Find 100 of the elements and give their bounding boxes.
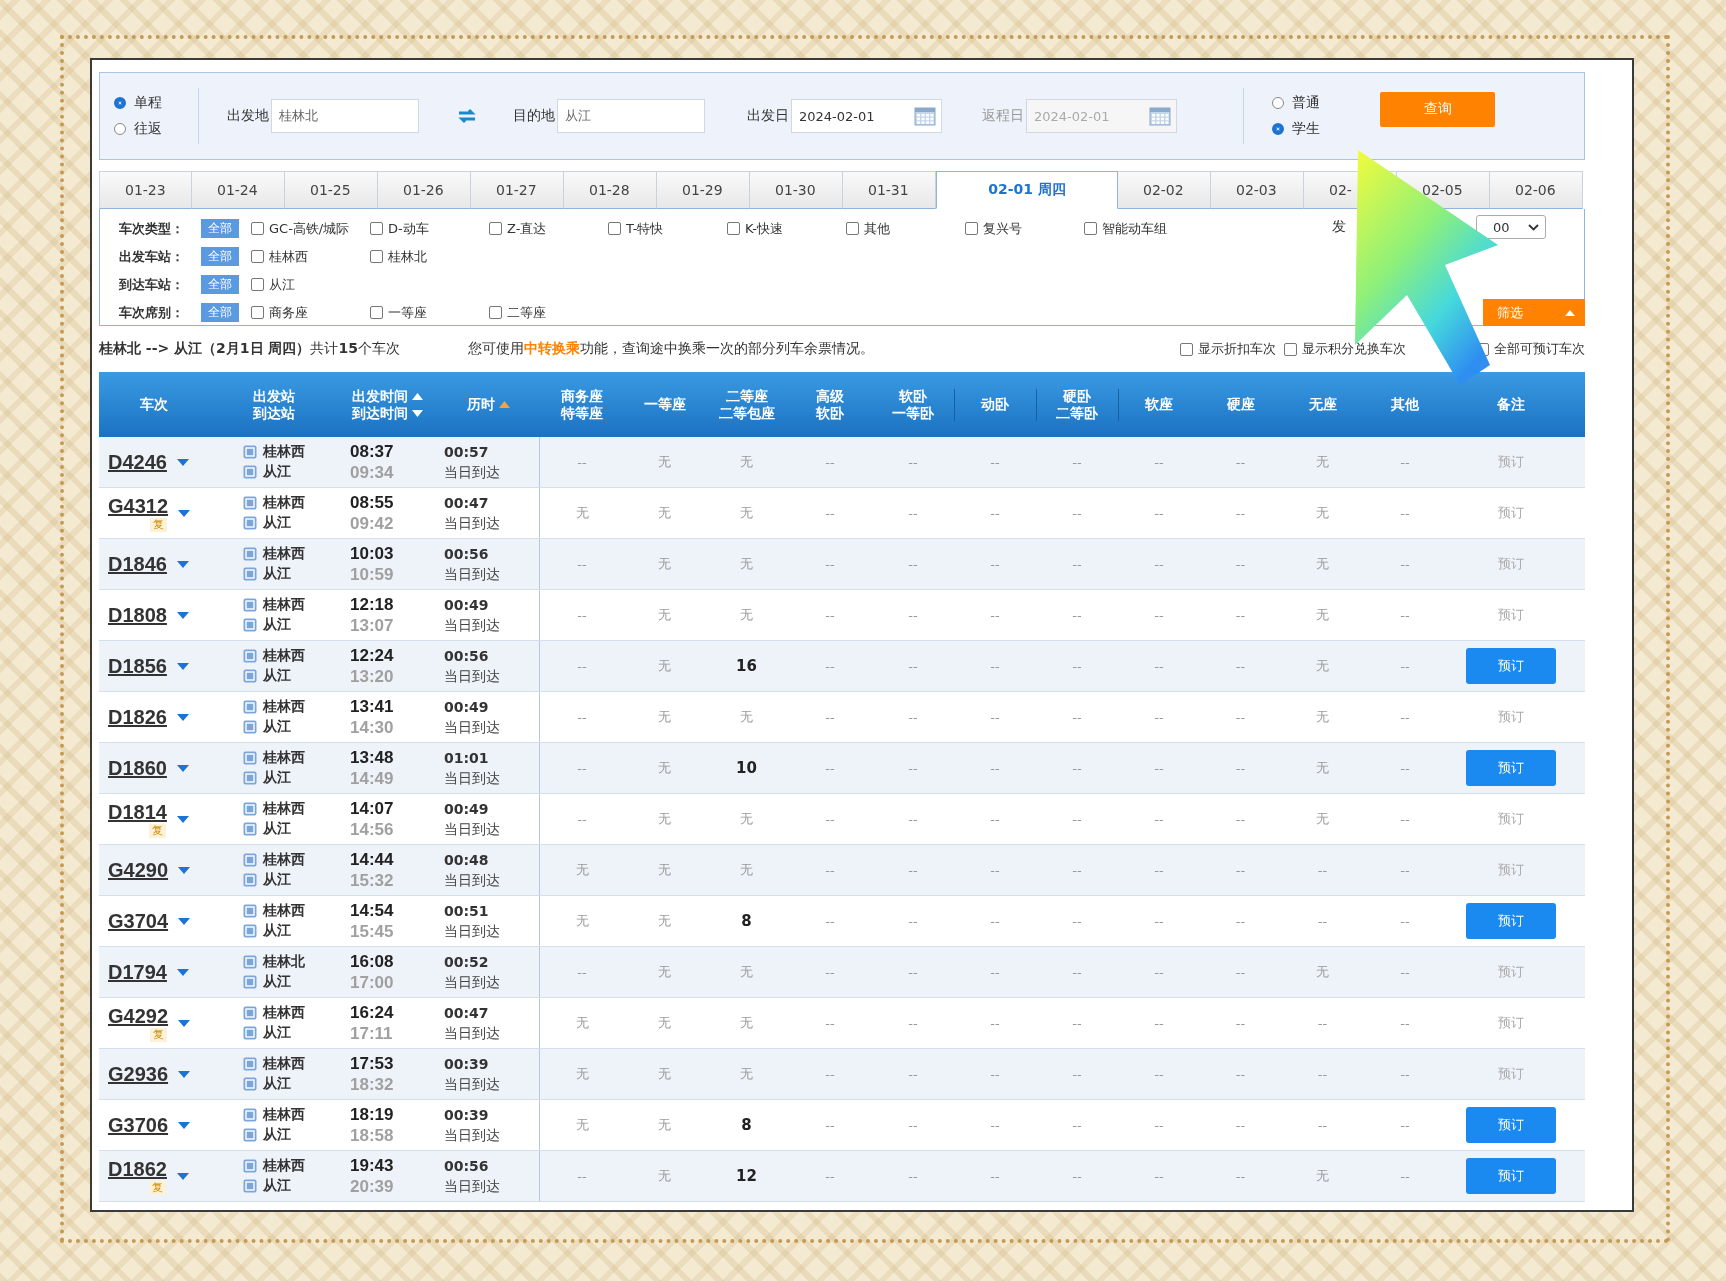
seat-availability: 无 [1316,657,1329,675]
date-field[interactable]: 2024-02-01 [791,99,942,133]
dropdown-caret-icon[interactable] [178,509,191,517]
radio-option[interactable]: 普通 [1272,94,1320,112]
seat-availability: -- [825,709,835,725]
date-tab[interactable]: 01-29 [657,171,750,209]
dropdown-caret-icon[interactable] [176,713,189,721]
dropdown-caret-icon[interactable] [178,1070,191,1078]
checkbox-option[interactable]: 显示折扣车次 [1180,340,1276,358]
train-number-link[interactable]: D4246 [108,450,167,474]
train-number-link[interactable]: G4290 [108,858,169,882]
train-number-link[interactable]: D1846 [108,552,167,576]
dropdown-caret-icon[interactable] [176,764,189,772]
date-tab[interactable]: 01-31 [843,171,936,209]
date-tab[interactable]: 01-28 [564,171,657,209]
checkbox-option[interactable]: Z-直达 [489,219,608,238]
date-tab[interactable]: 01-25 [285,171,378,209]
book-button[interactable]: 预订 [1465,648,1556,684]
checkbox-option[interactable]: 智能动车组 [1084,219,1203,238]
departure-time: 14:07 [350,798,394,819]
column-header: 硬座 [1226,396,1255,413]
time-select[interactable]: 00 [1476,215,1546,239]
date-tab[interactable]: 01-27 [471,171,564,209]
calendar-icon[interactable] [914,106,936,126]
dropdown-caret-icon[interactable] [178,1019,191,1027]
dropdown-caret-icon[interactable] [176,968,189,976]
checkbox-option[interactable]: K-快速 [727,219,846,238]
seat-availability: -- [990,454,1000,470]
seat-availability: 无 [1316,504,1329,522]
date-tab[interactable]: 01-26 [378,171,471,209]
radio-option[interactable]: 单程 [114,94,162,112]
train-number-link[interactable]: G3704 [108,909,169,933]
seat-availability: -- [1154,556,1164,572]
column-header: 车次 [140,396,168,413]
date-tab[interactable]: 02-03 [1211,171,1304,209]
seat-availability: 无 [575,1014,589,1032]
date-tab[interactable]: 02-02 [1118,171,1211,209]
seat-availability: -- [1400,709,1410,725]
train-number-link[interactable]: D1814 [108,800,167,824]
date-tab[interactable]: 02-01 周四 [936,171,1118,209]
dropdown-caret-icon[interactable] [178,1121,191,1129]
train-number-link[interactable]: D1794 [108,960,167,984]
checkbox-option[interactable]: 商务座 [251,303,370,322]
input-field[interactable]: 桂林北 [271,99,419,133]
dropdown-caret-icon[interactable] [176,611,189,619]
dropdown-caret-icon[interactable] [176,662,189,670]
book-button[interactable]: 预订 [1465,903,1556,939]
dropdown-caret-icon[interactable] [176,815,189,823]
sort-up-icon [499,401,510,408]
calendar-icon[interactable] [1149,106,1171,126]
book-button[interactable]: 预订 [1465,1107,1556,1143]
book-button[interactable]: 预订 [1465,750,1556,786]
train-number-link[interactable]: G2936 [108,1062,169,1086]
departure-time: 14:54 [350,900,394,921]
book-button[interactable]: 预订 [1465,1158,1556,1194]
dropdown-caret-icon[interactable] [178,917,191,925]
checkbox-option[interactable]: 其他 [846,219,965,238]
station-icon [242,771,257,785]
date-tab[interactable]: 02-06 [1490,171,1583,209]
train-number-link[interactable]: G4292 [108,1004,169,1028]
checkbox-option[interactable]: GC-高铁/城际 [251,219,370,238]
radio-option[interactable]: 学生 [1272,120,1320,138]
seat-availability: -- [1072,607,1082,623]
checkbox-option[interactable]: 显示积分兑换车次 [1284,340,1406,358]
train-number-link[interactable]: D1808 [108,603,167,627]
dropdown-caret-icon[interactable] [176,458,189,466]
seat-availability: 无 [658,861,671,879]
train-number-link[interactable]: G4312 [108,494,169,518]
duration: 00:56 [444,1156,489,1176]
checkbox-option[interactable]: T-特快 [608,219,727,238]
checkbox-option[interactable]: 复兴号 [965,219,1084,238]
duration: 00:49 [444,799,489,819]
seat-availability: -- [1235,811,1246,827]
seat-availability: -- [1154,1015,1164,1031]
date-tab[interactable]: 01-30 [750,171,843,209]
station-name: 从江 [262,565,291,583]
input-field[interactable]: 从江 [557,99,705,133]
arrival-day: 当日到达 [444,819,500,839]
train-number-link[interactable]: D1826 [108,705,167,729]
dropdown-caret-icon[interactable] [176,560,189,568]
date-tab[interactable]: 01-24 [192,171,285,209]
train-number-link[interactable]: G3706 [108,1113,169,1137]
seat-availability: -- [1400,862,1410,878]
arrival-day: 当日到达 [444,1023,500,1043]
checkbox-option[interactable]: 桂林西 [251,247,370,266]
swap-icon[interactable] [457,108,477,124]
seat-availability: -- [990,913,1000,929]
checkbox-option[interactable]: D-动车 [370,219,489,238]
checkbox-option[interactable]: 一等座 [370,303,489,322]
checkbox-option[interactable]: 从江 [251,275,370,294]
train-number-link[interactable]: D1862 [108,1157,167,1181]
train-number-link[interactable]: D1860 [108,756,167,780]
dropdown-caret-icon[interactable] [178,866,191,874]
date-tab[interactable]: 01-23 [99,171,192,209]
dropdown-caret-icon[interactable] [176,1172,189,1180]
radio-option[interactable]: 往返 [114,120,162,138]
train-number-link[interactable]: D1856 [108,654,167,678]
seat-availability: -- [1400,556,1410,572]
checkbox-option[interactable]: 二等座 [489,303,608,322]
checkbox-option[interactable]: 桂林北 [370,247,489,266]
